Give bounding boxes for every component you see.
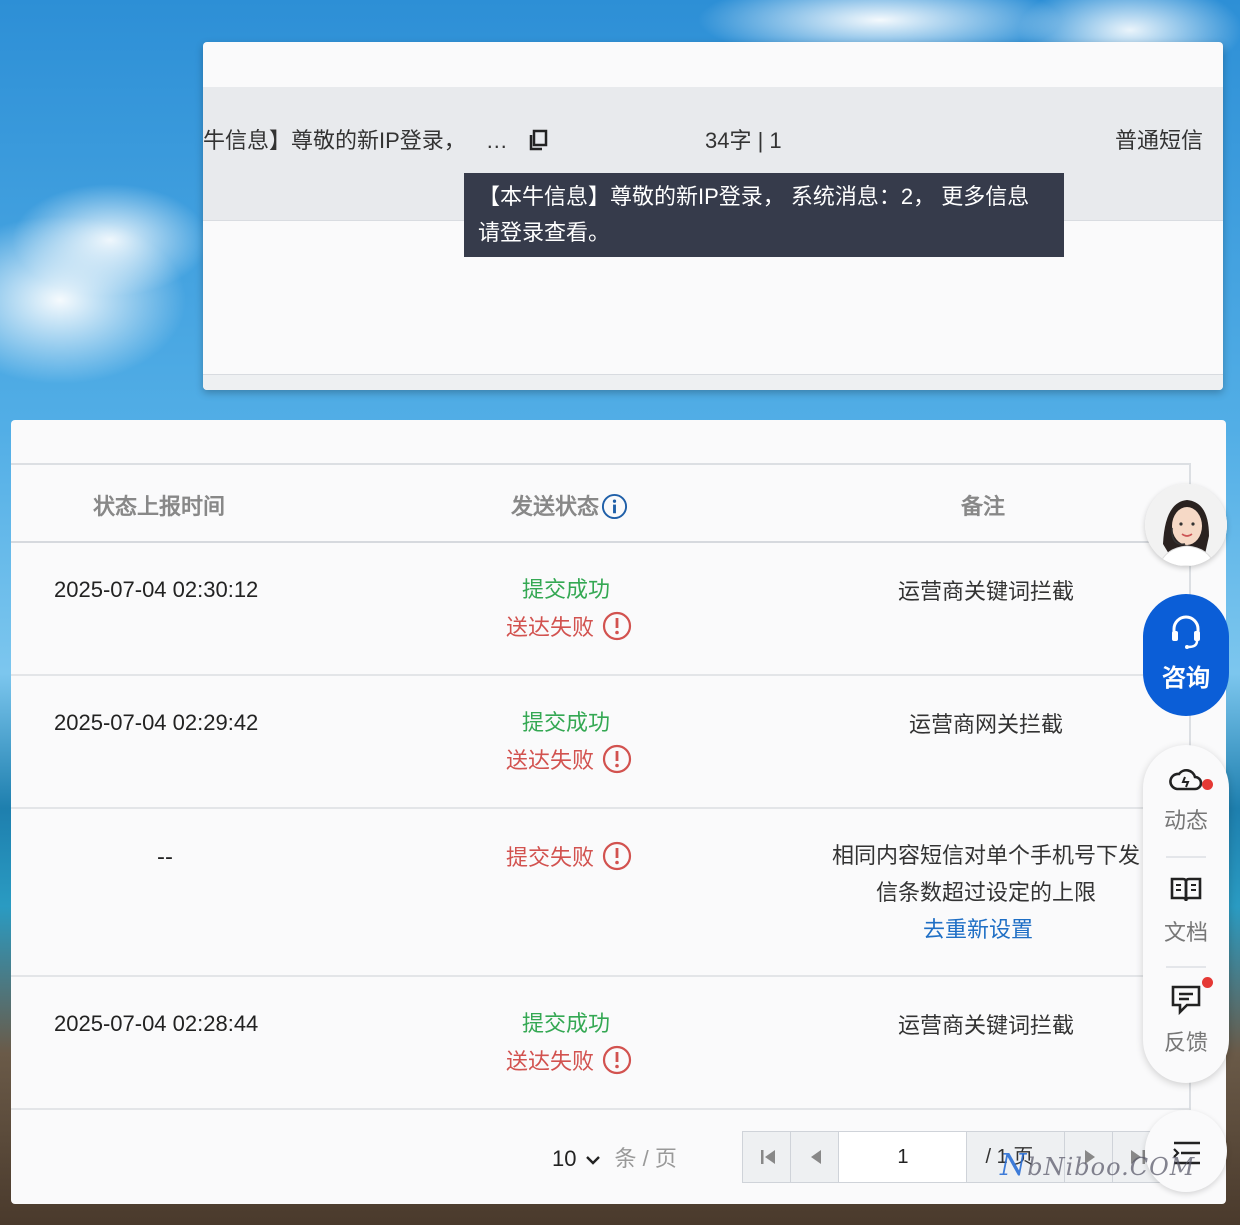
page-number-input[interactable] [839,1132,968,1182]
submit-status-label: 提交失败 [506,845,595,870]
remark-text: 运营商关键词拦截 [897,579,1074,604]
deliver-status-label: 送达失败 [506,748,595,773]
message-tooltip: 【本牛信息】尊敬的新IP登录， 系统消息：2， 更多信息请登录查看。 [464,173,1064,257]
side-menu: 动态 文档 反馈 [1143,745,1229,1083]
deliver-status-label: 送达失败 [506,615,595,640]
prev-page-button[interactable] [791,1132,840,1182]
table-row: 2025-07-04 02:30:12 提交成功 送达失败 运营商关键词拦截 [11,543,1189,676]
report-time: 2025-07-04 02:29:42 [54,710,259,735]
divider [1166,966,1206,968]
send-record-panel: 状态上报时间 发送状态 备注 2025-07-04 02:30:12 提交成功 … [11,420,1226,1204]
book-icon [1170,877,1202,902]
remark-text: 运营商网关拦截 [908,712,1063,737]
prev-page-icon [811,1150,822,1164]
watermark-brand-n: N [1000,1148,1028,1183]
sidebar-item-feedback[interactable]: 反馈 [1143,977,1229,1057]
message-char-count: 34字 | 1 [705,128,782,153]
message-type: 普通短信 [1114,128,1203,153]
table-row: 2025-07-04 02:28:44 提交成功 送达失败 运营商关键词拦截 [11,977,1189,1110]
submit-status: 提交失败 [506,839,666,877]
sidebar-label-news: 动态 [1163,809,1208,834]
report-time: 2025-07-04 02:28:44 [54,1011,259,1036]
header-report-time: 状态上报时间 [93,494,226,519]
status-cell: 提交成功 送达失败 [506,571,666,647]
submit-status: 提交成功 [522,577,611,602]
table-row: 2025-07-04 02:29:42 提交成功 送达失败 运营商网关拦截 [11,676,1189,809]
notification-dot [1202,977,1213,988]
table-header: 状态上报时间 发送状态 备注 [11,465,1189,543]
copy-icon[interactable] [528,129,548,151]
sidebar-item-news[interactable]: 动态 [1143,763,1229,835]
message-detail-panel: 牛信息】尊敬的新IP登录， … 34字 | 1 普通短信 【本牛信息】尊敬的新IP… [203,42,1223,390]
cloud-icon [1169,768,1203,791]
sidebar-label-feedback: 反馈 [1163,1031,1208,1056]
warning-icon[interactable] [602,744,632,774]
first-page-icon [761,1150,775,1164]
report-time: 2025-07-04 02:30:12 [54,577,259,602]
status-cell: 提交成功 送达失败 [506,704,666,780]
customer-service-avatar[interactable] [1145,484,1227,566]
first-page-button[interactable] [743,1132,792,1182]
remark-line-1: 相同内容短信对单个手机号下发 [831,843,1140,868]
header-send-status: 发送状态 [511,489,628,521]
remark-line-2: 信条数超过设定的上限 [875,880,1096,905]
deliver-status: 送达失败 [506,1043,666,1081]
headset-icon [1172,615,1200,649]
remark-text: 运营商关键词拦截 [897,1013,1074,1038]
deliver-status-label: 送达失败 [506,1049,595,1074]
report-time: -- [157,845,173,870]
reset-link[interactable]: 去重新设置 [771,911,1201,948]
consult-button[interactable]: 咨询 [1143,594,1229,716]
notification-dot [1202,779,1213,790]
warning-icon[interactable] [602,1045,632,1075]
sidebar-label-docs: 文档 [1163,921,1208,946]
panel-scrollbar[interactable] [203,374,1223,390]
sidebar-item-docs[interactable]: 文档 [1143,875,1229,947]
remark-text: 相同内容短信对单个手机号下发 信条数超过设定的上限 去重新设置 [771,837,1201,948]
watermark-brand-rest: bNiboo.COM [1027,1153,1196,1181]
message-ellipsis: … [485,128,508,153]
info-icon[interactable] [601,493,628,520]
page-size-select[interactable]: 10 条 / 页 [552,1141,677,1173]
record-table: 状态上报时间 发送状态 备注 2025-07-04 02:30:12 提交成功 … [11,463,1191,1110]
message-content-text: 牛信息】尊敬的新IP登录， [203,128,466,153]
table-row: -- 提交失败 相同内容短信对单个手机号下发 信条数超过设定的上限 去重新设置 [11,809,1189,977]
warning-icon[interactable] [602,611,632,641]
status-cell: 提交失败 [506,839,666,877]
deliver-status: 送达失败 [506,742,666,780]
submit-status: 提交成功 [522,1011,611,1036]
submit-status: 提交成功 [522,710,611,735]
agent-avatar-icon [1145,484,1227,566]
page-size-unit: 条 / 页 [614,1146,677,1171]
deliver-status: 送达失败 [506,609,666,647]
message-content: 牛信息】尊敬的新IP登录， … [203,123,508,155]
consult-label: 咨询 [1162,664,1210,692]
header-remark: 备注 [961,494,1006,519]
page-size-value: 10 [552,1146,577,1171]
header-send-status-label: 发送状态 [511,494,600,519]
watermark-logo: NbNiboo.COM [1000,1148,1195,1183]
status-cell: 提交成功 送达失败 [506,1005,666,1081]
chevron-down-icon [586,1156,601,1165]
warning-icon[interactable] [602,841,632,871]
divider [1166,856,1206,858]
feedback-icon [1171,985,1201,1016]
